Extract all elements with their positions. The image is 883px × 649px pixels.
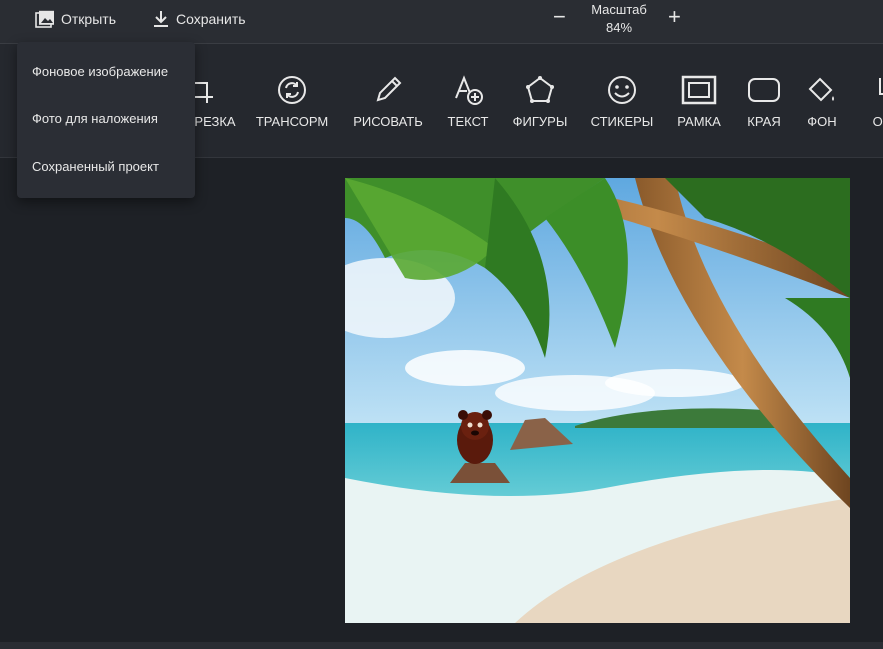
smiley-icon [608,76,636,104]
tool-text[interactable]: ТЕКСТ [437,74,499,129]
tool-frame[interactable]: РАМКА [668,74,730,129]
tool-shapes-label: ФИГУРЫ [512,114,568,129]
shapes-icon [526,76,554,103]
tool-edges-label: КРАЯ [747,114,781,129]
overlay-icon [879,78,883,95]
paint-bucket-icon [808,77,834,102]
menu-item-background-image[interactable]: Фоновое изображение [32,64,168,79]
download-icon [154,11,168,27]
editing-canvas-image[interactable] [345,178,850,623]
text-add-icon [455,75,483,105]
tool-transform[interactable]: ТРАНСОРМ [252,74,332,129]
tool-shapes[interactable]: ФИГУРЫ [505,74,575,129]
image-icon [35,10,54,28]
tool-draw-label: РИСОВАТЬ [353,114,423,129]
menu-item-overlay-photo[interactable]: Фото для наложения [32,111,158,126]
tool-transform-label: ТРАНСОРМ [255,114,329,129]
open-label: Открыть [61,11,116,27]
zoom-value: 84% [605,20,633,35]
tool-background[interactable]: ФОН [798,74,846,129]
tool-stickers-label: СТИКЕРЫ [590,114,654,129]
pencil-icon [376,76,402,102]
tool-overlay[interactable]: ОБ [862,74,883,129]
top-bar: Открыть Сохранить − Масштаб 84% + [0,0,883,44]
bottom-strip [0,642,883,649]
tool-overlay-label: ОБ [872,114,883,129]
tool-text-label: ТЕКСТ [447,114,489,129]
bear-sticker [457,410,493,464]
tool-stickers[interactable]: СТИКЕРЫ [583,74,661,129]
rounded-corners-icon [748,78,780,102]
zoom-title: Масштаб [591,2,647,17]
frame-icon [681,75,717,105]
tool-draw[interactable]: РИСОВАТЬ [348,74,428,129]
zoom-indicator: Масштаб 84% [580,1,658,37]
open-dropdown-menu: Фоновое изображение Фото для наложения С… [17,42,195,198]
rotate-icon [278,76,306,104]
zoom-in-button[interactable]: + [668,6,681,28]
save-label: Сохранить [176,11,246,27]
tool-frame-label: РАМКА [677,114,721,129]
open-button[interactable]: Открыть [35,8,116,30]
menu-item-saved-project[interactable]: Сохраненный проект [32,159,159,174]
tool-background-label: ФОН [807,114,837,129]
beach-photo [345,178,850,623]
tool-edges[interactable]: КРАЯ [738,74,790,129]
save-button[interactable]: Сохранить [152,8,246,30]
zoom-out-button[interactable]: − [553,6,566,28]
